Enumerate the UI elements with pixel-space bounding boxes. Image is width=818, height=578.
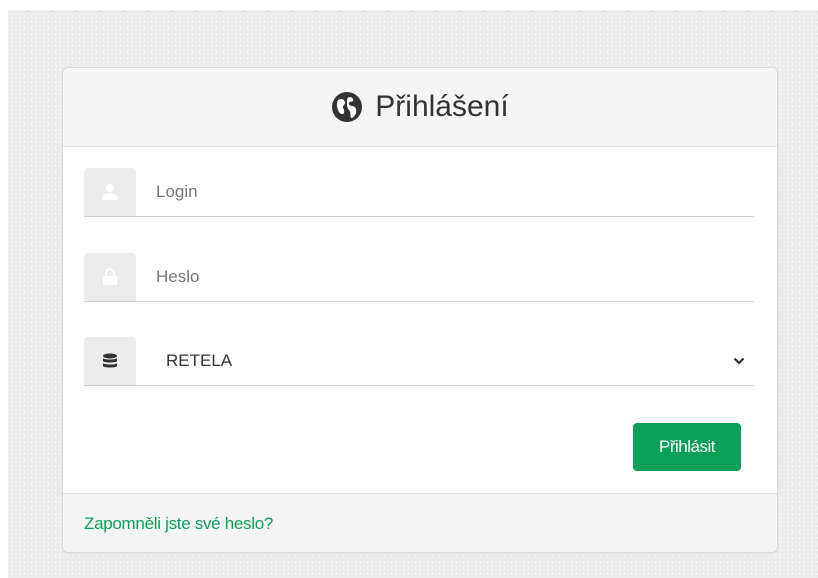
login-field	[84, 168, 754, 217]
password-field	[84, 253, 754, 302]
database-select-value: RETELA	[166, 351, 233, 370]
user-icon	[84, 168, 136, 216]
login-panel: Přihlášení RETELA	[62, 67, 778, 553]
login-input[interactable]	[136, 168, 754, 216]
database-select[interactable]: RETELA	[84, 337, 754, 386]
chevron-down-icon	[724, 357, 754, 365]
panel-title: Přihlášení	[375, 90, 509, 123]
database-icon	[84, 337, 136, 385]
globe-icon	[331, 91, 363, 123]
password-input[interactable]	[136, 253, 754, 301]
panel-footer: Zapomněli jste své heslo?	[63, 493, 777, 552]
lock-icon	[84, 253, 136, 301]
panel-header: Přihlášení	[63, 68, 777, 147]
login-button[interactable]: Přihlásit	[633, 423, 741, 471]
forgot-password-link[interactable]: Zapomněli jste své heslo?	[84, 514, 273, 534]
